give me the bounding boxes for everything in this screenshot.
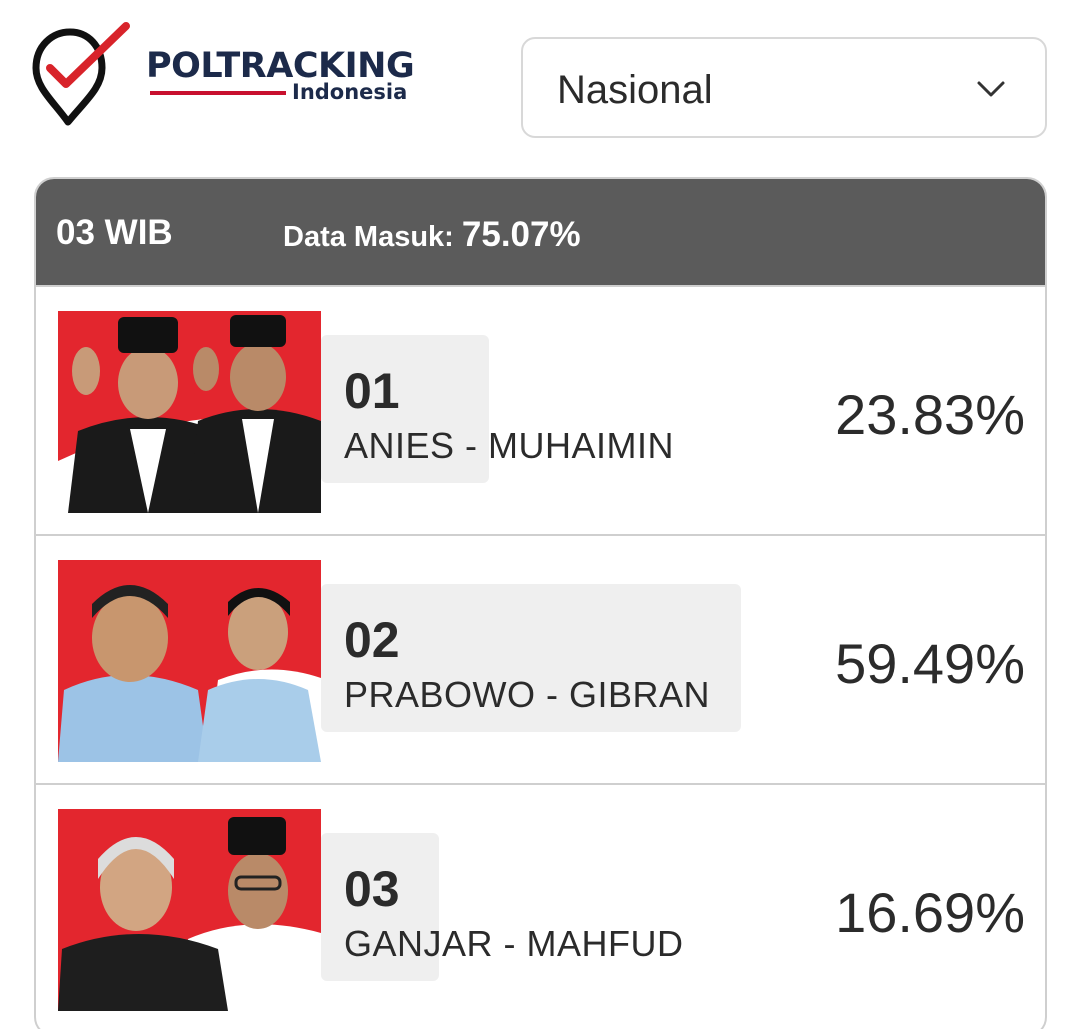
candidate-percent: 16.69% — [835, 881, 1025, 944]
results-card: 03 WIB Data Masuk: 75.07% 01 ANIES - MUH… — [34, 177, 1047, 1029]
candidate-percent: 59.49% — [835, 632, 1025, 695]
chevron-down-icon — [973, 73, 1009, 103]
data-progress-label: Data Masuk: — [283, 221, 454, 253]
region-select[interactable]: Nasional — [521, 37, 1047, 138]
candidate-row: 02 PRABOWO - GIBRAN 59.49% — [36, 534, 1045, 783]
candidate-photo — [58, 809, 321, 1011]
candidate-name: ANIES - MUHAIMIN — [344, 425, 675, 466]
candidate-name: PRABOWO - GIBRAN — [344, 674, 711, 715]
data-progress: Data Masuk: 75.07% — [283, 217, 581, 255]
candidate-row: 01 ANIES - MUHAIMIN 23.83% — [36, 285, 1045, 534]
brand-logo: POLTRACKING Indonesia — [146, 46, 426, 110]
update-time: 03 WIB — [56, 213, 173, 252]
region-selected-value: Nasional — [557, 68, 713, 112]
results-header: 03 WIB Data Masuk: 75.07% — [36, 179, 1045, 285]
candidate-photo — [58, 560, 321, 762]
candidate-number: 03 — [344, 861, 400, 917]
candidate-percent: 23.83% — [835, 383, 1025, 446]
candidate-number: 02 — [344, 612, 400, 668]
candidate-name: GANJAR - MAHFUD — [344, 923, 684, 964]
check-pin-icon — [28, 22, 132, 130]
candidate-photo — [58, 311, 321, 513]
brand-underline — [150, 91, 286, 95]
data-progress-value: 75.07% — [461, 215, 581, 254]
candidate-number: 01 — [344, 363, 400, 419]
brand-subtitle: Indonesia — [292, 80, 408, 104]
candidate-row: 03 GANJAR - MAHFUD 16.69% — [36, 783, 1045, 1029]
app-header: POLTRACKING Indonesia Nasional — [0, 0, 1080, 160]
